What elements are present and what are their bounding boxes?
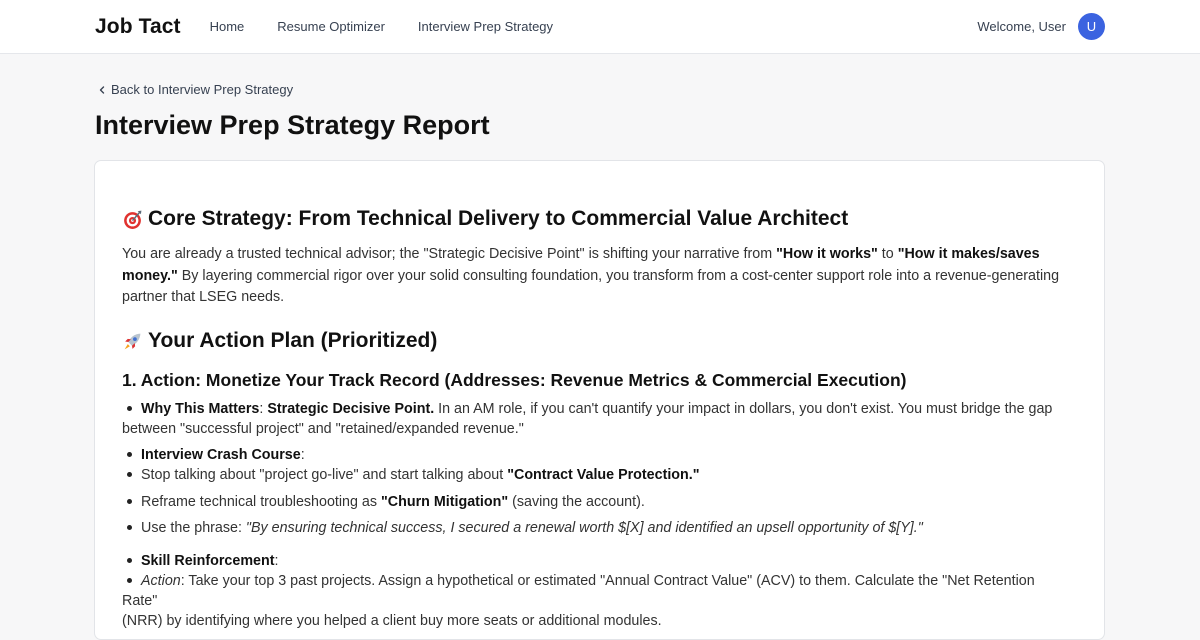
crash-1-bold: "Contract Value Protection." xyxy=(507,467,700,483)
core-bold-1: "How it works" xyxy=(776,246,878,262)
bullet-icon xyxy=(127,405,132,411)
crash-course-item: Interview Crash Course: Stop talking abo… xyxy=(122,445,1072,485)
core-strategy-paragraph: You are already a trusted technical advi… xyxy=(122,244,1072,309)
crash-3-text: Use the phrase: xyxy=(141,520,246,536)
skill-text-2: (NRR) by identifying where you helped a … xyxy=(122,613,662,629)
chevron-left-icon xyxy=(99,85,105,94)
crash-colon: : xyxy=(300,447,305,463)
why-bold: Strategic Decisive Point. xyxy=(267,401,435,417)
crash-course-item-3: Use the phrase: "By ensuring technical s… xyxy=(122,518,1072,538)
bullet-icon xyxy=(127,498,132,504)
crash-2-text-c: (saving the account). xyxy=(508,494,645,510)
why-text-2: between "successful project" and "retain… xyxy=(122,421,524,437)
core-strategy-heading-text: Core Strategy: From Technical Delivery t… xyxy=(148,207,849,230)
action-1-heading: 1. Action: Monetize Your Track Record (A… xyxy=(122,370,907,390)
skill-action-label: Action xyxy=(141,573,181,589)
nav-resume-optimizer[interactable]: Resume Optimizer xyxy=(277,19,385,34)
target-icon xyxy=(124,210,142,229)
crash-2-text: Reframe technical troubleshooting as xyxy=(141,494,382,510)
avatar[interactable]: U xyxy=(1078,13,1105,40)
bullet-icon xyxy=(127,577,132,583)
why-this-matters-item: Why This Matters: Strategic Decisive Poi… xyxy=(122,399,1072,439)
back-link[interactable]: Back to Interview Prep Strategy xyxy=(96,82,293,97)
crash-1-text: Stop talking about "project go-live" and… xyxy=(141,467,508,483)
core-text-3: By layering commercial rigor over your s… xyxy=(177,267,1060,284)
action-plan-heading-text: Your Action Plan (Prioritized) xyxy=(148,329,438,352)
user-area: Welcome, User U xyxy=(977,13,1105,40)
skill-text: : Take your top 3 past projects. Assign … xyxy=(122,573,1035,609)
core-bold-2: "How it makes/saves xyxy=(897,246,1040,262)
crash-label: Interview Crash Course xyxy=(141,447,301,463)
why-label: Why This Matters xyxy=(141,401,260,417)
crash-3-italic: "By ensuring technical success, I secure… xyxy=(245,520,923,536)
brand-logo[interactable]: Job Tact xyxy=(95,15,181,39)
crash-course-item-2: Reframe technical troubleshooting as "Ch… xyxy=(122,492,1072,512)
rocket-icon xyxy=(124,333,141,349)
nav-home[interactable]: Home xyxy=(210,19,245,34)
skill-reinforcement-item: Skill Reinforcement: Action: Take your t… xyxy=(122,551,1072,631)
core-text-2: to xyxy=(877,246,898,262)
skill-colon: : xyxy=(274,553,279,569)
report-card: Core Strategy: From Technical Delivery t… xyxy=(94,160,1105,640)
welcome-text: Welcome, User xyxy=(977,19,1066,34)
bullet-icon xyxy=(127,557,132,563)
bullet-icon xyxy=(127,451,132,457)
nav-interview-prep-strategy[interactable]: Interview Prep Strategy xyxy=(418,19,553,34)
core-text-1: You are already a trusted technical advi… xyxy=(122,246,777,262)
core-strategy-heading: Core Strategy: From Technical Delivery t… xyxy=(122,207,848,231)
why-text: In an AM role, if you can't quantify you… xyxy=(434,401,1053,417)
top-navbar: Job Tact Home Resume Optimizer Interview… xyxy=(0,0,1200,54)
back-link-label: Back to Interview Prep Strategy xyxy=(111,82,294,97)
action-plan-heading: Your Action Plan (Prioritized) xyxy=(122,329,437,353)
bullet-icon xyxy=(127,471,132,477)
bullet-icon xyxy=(127,524,132,530)
core-bold-2b: money." xyxy=(122,267,178,284)
page-title: Interview Prep Strategy Report xyxy=(95,110,490,140)
skill-label: Skill Reinforcement xyxy=(141,553,275,569)
crash-2-bold: "Churn Mitigation" xyxy=(381,494,509,510)
core-text-4: partner that LSEG needs. xyxy=(122,289,285,305)
